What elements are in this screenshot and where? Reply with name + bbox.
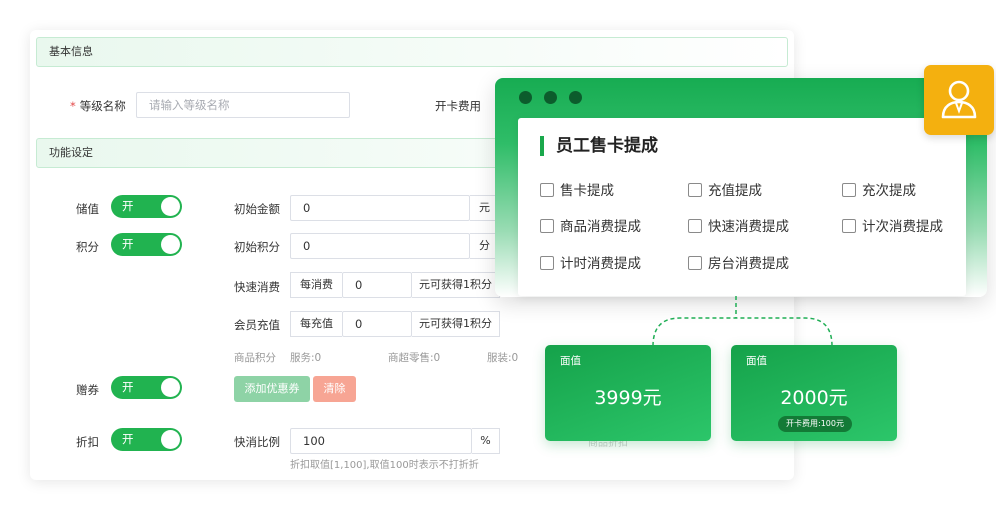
checkbox-icon	[688, 256, 702, 270]
points-toggle[interactable]: 开	[111, 233, 182, 256]
required-mark: *	[70, 99, 76, 113]
toggle-knob	[161, 235, 180, 254]
retail-points-value: 商超零售:0	[388, 352, 441, 364]
checkbox-room-consume-commission[interactable]: 房台消费提成	[688, 256, 789, 274]
checkbox-icon	[688, 219, 702, 233]
window-dot	[519, 91, 532, 104]
checkbox-icon	[688, 183, 702, 197]
checkbox-label: 快速消费提成	[708, 219, 789, 235]
member-recharge-label: 会员充值	[234, 318, 280, 332]
toggle-knob	[161, 430, 180, 449]
level-name-label: * 等级名称	[70, 98, 126, 114]
initial-points-input[interactable]: 0	[290, 233, 470, 259]
window-dot	[569, 91, 582, 104]
checkbox-count-consume-commission[interactable]: 计次消费提成	[842, 219, 943, 237]
checkbox-icon	[540, 219, 554, 233]
value-card-amount: 3999元	[594, 387, 662, 409]
user-avatar-icon	[924, 65, 994, 135]
checkbox-label: 商品消费提成	[560, 219, 641, 235]
member-recharge-suffix: 元可获得1积分	[412, 311, 500, 337]
discount-hint: 折扣取值[1,100],取值100时表示不打折折	[290, 460, 479, 471]
discount-ratio-unit: %	[472, 428, 500, 454]
commission-card: 员工售卡提成 售卡提成 充值提成 充次提成 商品消费提成 快速消费提成 计次消费…	[518, 118, 966, 296]
value-card-amount: 2000元	[780, 387, 848, 409]
checkbox-label: 计次消费提成	[862, 219, 943, 235]
checkbox-quick-consume-commission[interactable]: 快速消费提成	[688, 219, 789, 237]
checkbox-label: 售卡提成	[560, 183, 614, 199]
basic-info-section-header: 基本信息	[36, 37, 788, 67]
checkbox-icon	[842, 219, 856, 233]
points-label: 积分	[76, 240, 99, 254]
service-points-value: 服务:0	[290, 352, 322, 364]
discount-ratio-input[interactable]: 100	[290, 428, 472, 454]
checkbox-label: 充次提成	[862, 183, 916, 199]
checkbox-icon	[540, 256, 554, 270]
window-dot	[544, 91, 557, 104]
toggle-text: 开	[122, 380, 134, 394]
toggle-knob	[161, 378, 180, 397]
stored-value-label: 储值	[76, 202, 99, 216]
checkbox-card-sale-commission[interactable]: 售卡提成	[540, 183, 614, 201]
discount-ratio-label: 快消比例	[234, 435, 280, 449]
toggle-text: 开	[122, 432, 134, 446]
member-recharge-input[interactable]: 0	[342, 311, 412, 337]
checkbox-icon	[842, 183, 856, 197]
checkbox-label: 计时消费提成	[560, 256, 641, 272]
card-fee-label: 开卡费用	[435, 99, 481, 113]
checkbox-goods-consume-commission[interactable]: 商品消费提成	[540, 219, 641, 237]
initial-points-label: 初始积分	[234, 240, 280, 254]
quick-consume-suffix: 元可获得1积分	[412, 272, 500, 298]
toggle-text: 开	[122, 237, 134, 251]
gift-coupon-toggle[interactable]: 开	[111, 376, 182, 399]
checkbox-label: 房台消费提成	[708, 256, 789, 272]
level-name-input[interactable]: 请输入等级名称	[136, 92, 350, 118]
value-card-3999[interactable]: 面值 3999元	[545, 345, 711, 441]
initial-amount-label: 初始金额	[234, 202, 280, 216]
extra-points-value: 服装:0	[487, 352, 519, 364]
quick-consume-label: 快速消费	[234, 280, 280, 294]
discount-label: 折扣	[76, 435, 99, 449]
commission-title: 员工售卡提成	[540, 136, 658, 156]
member-recharge-prefix: 每充值	[290, 311, 342, 337]
quick-consume-prefix: 每消费	[290, 272, 342, 298]
discount-toggle[interactable]: 开	[111, 428, 182, 451]
stored-value-toggle[interactable]: 开	[111, 195, 182, 218]
checkbox-count-recharge-commission[interactable]: 充次提成	[842, 183, 916, 201]
checkbox-label: 充值提成	[708, 183, 762, 199]
value-card-label: 面值	[560, 355, 581, 367]
add-coupon-button[interactable]: 添加优惠券	[234, 376, 310, 402]
value-card-2000[interactable]: 面值 2000元 开卡费用:100元	[731, 345, 897, 441]
checkbox-recharge-commission[interactable]: 充值提成	[688, 183, 762, 201]
checkbox-timed-consume-commission[interactable]: 计时消费提成	[540, 256, 641, 274]
level-name-label-text: 等级名称	[79, 99, 126, 113]
gift-coupon-label: 赠券	[76, 383, 99, 397]
toggle-text: 开	[122, 199, 134, 213]
quick-consume-input[interactable]: 0	[342, 272, 412, 298]
checkbox-icon	[540, 183, 554, 197]
value-card-label: 面值	[746, 355, 767, 367]
card-fee-badge: 开卡费用:100元	[778, 416, 852, 432]
clear-button[interactable]: 清除	[313, 376, 356, 402]
dashed-connector	[652, 296, 833, 347]
goods-points-label: 商品积分	[234, 352, 276, 364]
initial-amount-input[interactable]: 0	[290, 195, 470, 221]
toggle-knob	[161, 197, 180, 216]
